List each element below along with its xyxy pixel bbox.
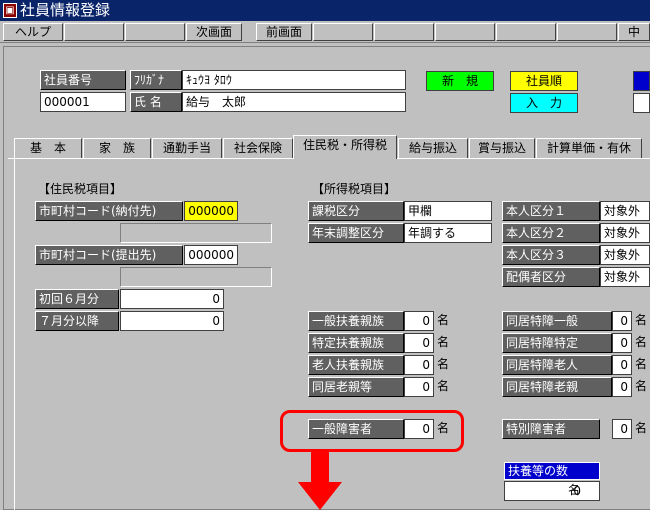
tab-resident-income-tax[interactable]: 住民税・所得税 xyxy=(293,135,397,159)
toolbar-blank-button-5[interactable] xyxy=(435,23,495,41)
toolbar-blank-button-2[interactable] xyxy=(125,23,185,41)
special-disabled-unit: 名 xyxy=(635,421,648,435)
tab-salary-transfer[interactable]: 給与振込 xyxy=(398,138,468,158)
general-dependents-field[interactable]: 0 xyxy=(404,311,434,331)
toolbar-blank-button-3[interactable] xyxy=(313,23,373,41)
income-tax-title: 【所得税項目】 xyxy=(312,182,397,196)
cohabit-disabled-specific-field[interactable]: 0 xyxy=(612,333,632,353)
city-submit-name-field xyxy=(120,267,272,287)
elderly-dependents-label: 老人扶養親族 xyxy=(308,355,404,375)
help-button[interactable]: ヘルプ xyxy=(3,23,63,41)
july-onward-field[interactable]: 0 xyxy=(120,311,224,331)
cohabiting-elderly-parents-label: 同居老親等 xyxy=(308,377,404,397)
tab-commute[interactable]: 通勤手当 xyxy=(152,138,222,158)
specific-dependents-field[interactable]: 0 xyxy=(404,333,434,353)
tax-class-field[interactable]: 甲欄 xyxy=(404,201,492,221)
city-code-payment-label: 市町村コード(納付先) xyxy=(35,201,183,221)
self-class-2-field[interactable]: 対象外 xyxy=(600,223,650,243)
elderly-dependents-unit: 名 xyxy=(437,357,450,371)
cohabit-disabled-parents-field[interactable]: 0 xyxy=(612,377,632,397)
window-title: 社員情報登録 xyxy=(20,1,111,19)
tab-social-insurance[interactable]: 社会保険 xyxy=(223,138,293,158)
name-label: 氏 名 xyxy=(130,92,182,112)
self-class-2-label: 本人区分２ xyxy=(502,223,600,243)
right-blue-indicator xyxy=(633,71,650,91)
toolbar: ヘルプ 次画面 前画面 中 xyxy=(0,21,650,43)
mode-new-badge[interactable]: 新 規 xyxy=(426,71,494,91)
june-amount-label: 初回６月分 xyxy=(35,289,119,309)
year-end-adjustment-field[interactable]: 年調する xyxy=(404,223,492,243)
general-dependents-label: 一般扶養親族 xyxy=(308,311,404,331)
cohabiting-elderly-parents-field[interactable]: 0 xyxy=(404,377,434,397)
toolbar-blank-button-7[interactable] xyxy=(557,23,617,41)
cohabit-disabled-parents-unit: 名 xyxy=(635,379,648,393)
general-disabled-unit: 名 xyxy=(437,421,450,435)
tab-unit-price-leave[interactable]: 計算単価・有休 xyxy=(536,138,642,158)
kana-label: ﾌﾘｶﾞﾅ xyxy=(130,70,182,90)
down-arrow-icon xyxy=(298,452,342,510)
general-dependents-unit: 名 xyxy=(437,313,450,327)
elderly-dependents-field[interactable]: 0 xyxy=(404,355,434,375)
cohabit-disabled-general-field[interactable]: 0 xyxy=(612,311,632,331)
title-bar: ▣ 社員情報登録 xyxy=(0,0,650,21)
july-onward-label: ７月分以降 xyxy=(35,311,119,331)
special-disabled-label: 特別障害者 xyxy=(502,419,600,439)
self-class-3-label: 本人区分３ xyxy=(502,245,600,265)
cohabit-disabled-elderly-label: 同居特障老人 xyxy=(502,355,612,375)
city-code-submit-field[interactable]: 000000 xyxy=(184,245,238,265)
next-screen-button[interactable]: 次画面 xyxy=(186,23,242,41)
tab-family[interactable]: 家 族 xyxy=(83,138,151,158)
self-class-3-field[interactable]: 対象外 xyxy=(600,245,650,265)
city-code-submit-label: 市町村コード(提出先) xyxy=(35,245,183,265)
year-end-adjustment-label: 年末調整区分 xyxy=(308,223,404,243)
dependents-count-field: 0 xyxy=(504,481,600,501)
spouse-class-field[interactable]: 対象外 xyxy=(600,267,650,287)
cohabit-disabled-general-unit: 名 xyxy=(635,313,648,327)
specific-dependents-label: 特定扶養親族 xyxy=(308,333,404,353)
resident-tax-title: 【住民税項目】 xyxy=(38,182,123,196)
june-amount-field[interactable]: 0 xyxy=(120,289,224,309)
employee-number-label: 社員番号 xyxy=(40,70,126,90)
tax-class-label: 課税区分 xyxy=(308,201,404,221)
cohabit-disabled-general-label: 同居特障一般 xyxy=(502,311,612,331)
self-class-1-field[interactable]: 対象外 xyxy=(600,201,650,221)
general-disabled-field[interactable]: 0 xyxy=(404,419,434,439)
specific-dependents-unit: 名 xyxy=(437,335,450,349)
spouse-class-label: 配偶者区分 xyxy=(502,267,600,287)
dependents-count-label: 扶養等の数 xyxy=(504,462,600,480)
general-disabled-label: 一般障害者 xyxy=(308,419,404,439)
dependents-count-unit: 名 xyxy=(568,483,581,497)
special-disabled-field[interactable]: 0 xyxy=(612,419,632,439)
prev-screen-button[interactable]: 前画面 xyxy=(256,23,312,41)
toolbar-blank-button-6[interactable] xyxy=(496,23,556,41)
city-code-payment-field[interactable]: 000000 xyxy=(184,201,238,221)
employee-number-field[interactable]: 000001 xyxy=(40,92,126,112)
cohabiting-elderly-parents-unit: 名 xyxy=(437,379,450,393)
cohabit-disabled-elderly-field[interactable]: 0 xyxy=(612,355,632,375)
cohabit-disabled-parents-label: 同居特障老親 xyxy=(502,377,612,397)
input-mode-badge[interactable]: 入 力 xyxy=(510,93,578,113)
tab-bonus-transfer[interactable]: 賞与振込 xyxy=(469,138,535,158)
app-icon: ▣ xyxy=(3,3,17,18)
toolbar-blank-button-4[interactable] xyxy=(374,23,434,41)
name-field[interactable]: 給与 太郎 xyxy=(182,92,406,112)
self-class-1-label: 本人区分１ xyxy=(502,201,600,221)
cohabit-disabled-elderly-unit: 名 xyxy=(635,357,648,371)
tab-basic[interactable]: 基 本 xyxy=(14,138,82,158)
kana-field[interactable]: ｷｭｳﾖ ﾀﾛｳ xyxy=(182,70,406,90)
right-white-field[interactable] xyxy=(633,93,650,113)
toolbar-blank-button-1[interactable] xyxy=(64,23,124,41)
cohabit-disabled-specific-label: 同居特障特定 xyxy=(502,333,612,353)
cohabit-disabled-specific-unit: 名 xyxy=(635,335,648,349)
city-payment-name-field xyxy=(120,223,272,243)
toolbar-right-button[interactable]: 中 xyxy=(618,23,650,41)
employee-order-badge[interactable]: 社員順 xyxy=(510,71,578,91)
